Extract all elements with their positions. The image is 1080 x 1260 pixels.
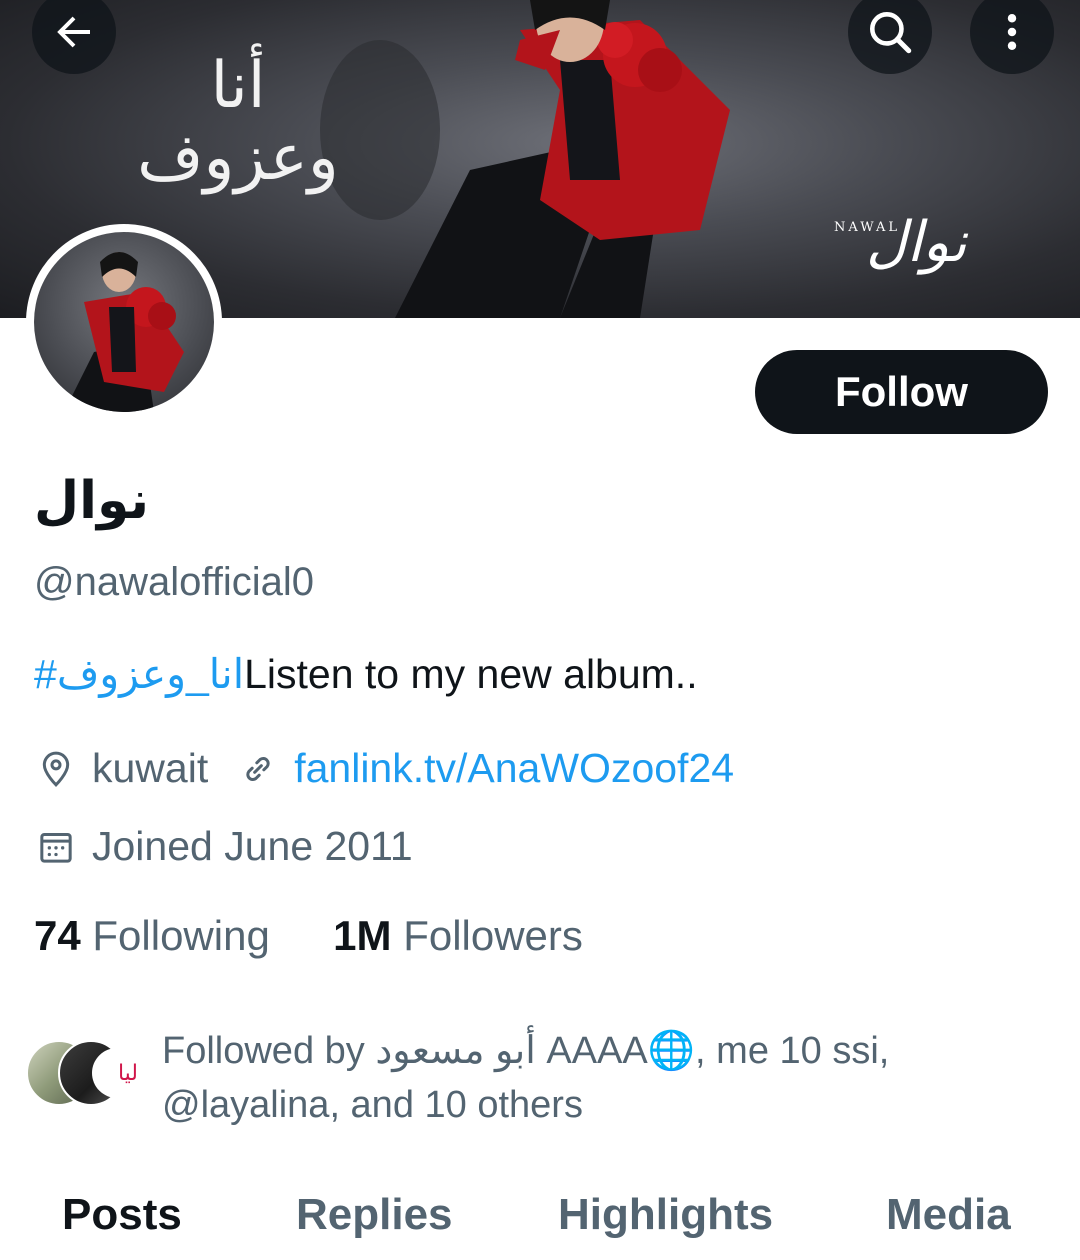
bio-text: Listen to my new album.. — [244, 651, 698, 697]
banner-logo: NAWAL نوال — [834, 210, 967, 275]
profile-display-name: نوال — [34, 471, 150, 531]
follow-button[interactable]: Follow — [755, 350, 1048, 434]
location-pin-icon — [34, 747, 78, 791]
follower-avatar: ليا — [92, 1048, 142, 1098]
profile-joined-date: Joined June 2011 — [92, 823, 413, 869]
calendar-icon — [34, 825, 78, 869]
profile-bio: #انا_وعزوفListen to my new album.. — [34, 650, 698, 698]
profile-meta-location-website: kuwait fanlink.tv/AnaWOzoof24 — [34, 745, 734, 792]
tab-posts[interactable]: Posts — [62, 1190, 182, 1240]
followers-link[interactable]: 1M Followers — [333, 912, 583, 959]
banner-album-title: أنا وعزوف — [137, 49, 339, 195]
followed-by-section[interactable]: ليا Followed by أبو مسعود AAAA🌐, me 10 s… — [26, 1024, 1066, 1134]
profile-website-link[interactable]: fanlink.tv/AnaWOzoof24 — [294, 745, 734, 792]
search-icon — [870, 12, 912, 54]
tab-replies[interactable]: Replies — [296, 1190, 453, 1240]
profile-avatar[interactable] — [26, 224, 222, 420]
profile-handle: @nawalofficial0 — [34, 560, 315, 604]
following-link[interactable]: 74 Following — [34, 912, 270, 959]
profile-stats: 74 Following 1M Followers — [34, 912, 583, 960]
more-vertical-icon — [1007, 14, 1017, 50]
profile-meta-joined: Joined June 2011 — [34, 823, 413, 870]
tab-media[interactable]: Media — [886, 1190, 1011, 1240]
profile-location: kuwait — [92, 745, 209, 791]
tab-highlights[interactable]: Highlights — [558, 1190, 773, 1240]
profile-tabs: Posts Replies Highlights Media — [0, 1180, 1080, 1260]
followed-by-text: Followed by أبو مسعود AAAA🌐, me 10 ssi, … — [162, 1030, 890, 1126]
avatar-photo — [64, 252, 184, 412]
link-icon — [236, 747, 280, 791]
bio-hashtag-link[interactable]: #انا_وعزوف — [34, 651, 244, 697]
arrow-left-icon — [57, 16, 90, 48]
